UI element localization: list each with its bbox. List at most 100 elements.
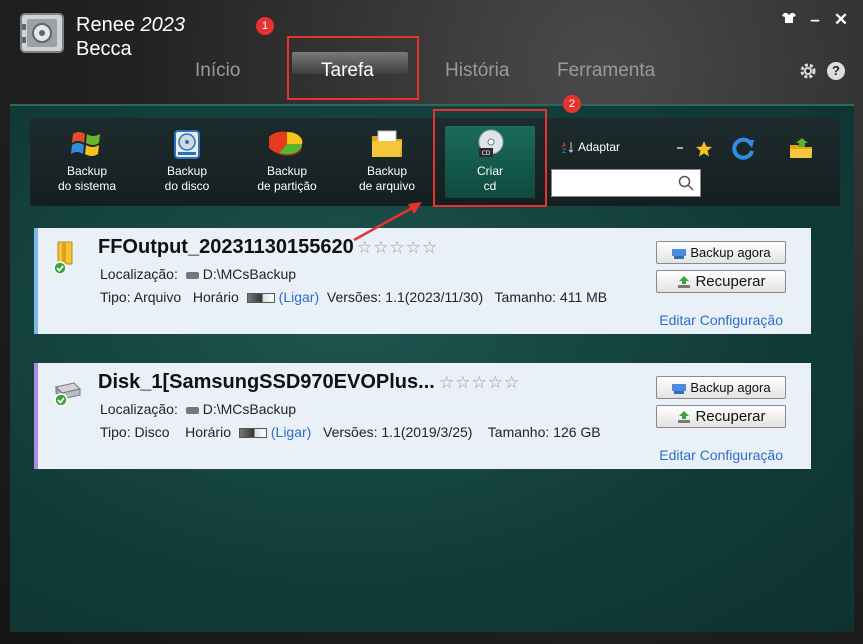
minimize-button[interactable]: – [807,10,823,30]
tab-tarefa[interactable]: Tarefa [321,58,374,84]
disk-task-icon [54,382,81,407]
restore-button[interactable]: Recuperar [656,270,786,293]
close-button[interactable]: ✕ [833,10,849,30]
edit-config-link[interactable]: Editar Configuração [659,312,783,328]
window-controls: – ✕ [781,10,849,30]
svg-text:Z: Z [562,148,566,153]
annotation-arrow [353,202,422,242]
safe-logo-icon [20,13,64,53]
size-value: 411 MB [559,289,608,305]
app-title-brand: Renee [76,14,141,36]
system-backup-label-2: do sistema [57,179,117,193]
tab-historia[interactable]: História [445,58,509,84]
disk-backup-label-2: do disco [164,179,210,193]
app-title-product: Becca [76,38,132,60]
task-details: Tipo: Disco Horário (Ligar) Versões: 1.1… [100,424,601,440]
gear-icon[interactable] [799,62,817,80]
partition-backup-button[interactable]: Backup de partição [242,128,332,194]
search-field[interactable] [551,169,701,197]
adapt-sort-button[interactable]: A Z Adaptar [562,140,620,154]
svg-text:CD: CD [482,150,491,157]
restore-icon [678,410,691,423]
restore-icon [678,275,691,288]
restore-button[interactable]: Recuperar [656,405,786,428]
header-tools: ? [799,62,845,80]
cd-icon: CD [478,129,504,157]
type-value: Arquivo [133,289,182,305]
location-label: Localização: [100,401,178,417]
schedule-toggle[interactable] [238,428,267,439]
refresh-icon[interactable] [731,136,757,160]
skin-icon[interactable] [781,10,797,30]
location-value: D:\MCsBackup [202,266,297,282]
disk-backup-button[interactable]: Backup do disco [142,128,232,194]
versions-label: Versões: [323,424,378,440]
annotation-badge-1: 1 [256,17,274,35]
versions-label: Versões: [326,289,382,305]
file-task-icon [53,241,73,274]
annotation-badge-2: 2 [563,95,581,113]
schedule-label: Horário [185,424,231,440]
star-filter-icon[interactable] [695,140,713,158]
location-value: D:\MCsBackup [202,401,297,417]
partition-backup-label-1: Backup [266,164,308,178]
backup-icon [672,248,687,259]
type-value: Disco [134,424,170,440]
dropdown-dash-icon[interactable] [677,146,685,150]
backup-now-label: Backup agora [690,380,771,395]
app-title: Renee 2023 Becca [76,13,185,61]
versions-value: 1.1(2023/11/30) [385,289,484,305]
folder-icon [372,130,402,157]
file-backup-label-1: Backup [366,164,408,178]
schedule-label: Horário [192,289,239,305]
file-backup-button[interactable]: Backup de arquivo [342,128,432,194]
search-icon[interactable] [678,175,694,191]
partition-backup-label-2: de partição [257,179,317,193]
app-window: Renee 2023 Becca – ✕ ? Início Tarefa His… [0,0,863,644]
adapt-label: Adaptar [578,140,621,154]
drive-icon [185,406,199,414]
main-content: Backup do sistema Backup do disco Backup… [10,104,854,632]
type-label: Tipo: [100,424,131,440]
task-name: Disk_1[SamsungSSD970EVOPlus... [98,371,435,393]
search-input[interactable] [552,170,672,196]
restore-label: Recuperar [695,408,766,425]
task-card[interactable]: Disk_1[SamsungSSD970EVOPlus... ☆☆☆☆☆ Loc… [34,363,811,469]
tab-inicio[interactable]: Início [195,58,240,84]
size-value: 126 GB [553,424,601,440]
help-icon[interactable]: ? [827,62,845,80]
drive-icon [185,271,199,279]
schedule-toggle[interactable] [246,293,275,304]
rating-stars[interactable]: ☆☆☆☆☆ [439,373,520,393]
location-label: Localização: [100,266,178,282]
pie-chart-icon [269,131,303,156]
create-cd-button[interactable]: CD Criar cd [445,126,535,198]
backup-now-button[interactable]: Backup agora [656,241,786,264]
tab-ferramenta[interactable]: Ferramenta [557,58,655,84]
disk-backup-label-1: Backup [166,164,208,178]
backup-now-button[interactable]: Backup agora [656,376,786,399]
windows-logo-icon [71,132,100,156]
system-backup-label-1: Backup [66,164,108,178]
file-backup-label-2: de arquivo [358,179,416,193]
task-toolbar: Backup do sistema Backup do disco Backup… [30,118,840,206]
size-label: Tamanho: [487,424,550,440]
task-location: Localização: D:\MCsBackup [100,401,296,417]
versions-value: 1.1(2019/3/25) [381,424,473,440]
backup-now-label: Backup agora [690,245,771,260]
import-folder-icon[interactable] [788,136,814,160]
type-label: Tipo: [100,289,131,305]
restore-label: Recuperar [695,273,766,290]
task-name: FFOutput_20231130155620 [98,236,354,258]
app-title-year: 2023 [140,14,186,36]
size-label: Tamanho: [494,289,557,305]
create-cd-label-1: Criar [477,164,503,178]
edit-config-link[interactable]: Editar Configuração [659,447,783,463]
schedule-state-link[interactable]: (Ligar) [279,289,319,305]
backup-icon [672,383,687,394]
sort-icon: A Z [562,142,574,153]
task-location: Localização: D:\MCsBackup [100,266,296,282]
system-backup-button[interactable]: Backup do sistema [42,128,132,194]
schedule-state-link[interactable]: (Ligar) [271,424,311,440]
task-details: Tipo: Arquivo Horário (Ligar) Versões: 1… [100,289,607,305]
